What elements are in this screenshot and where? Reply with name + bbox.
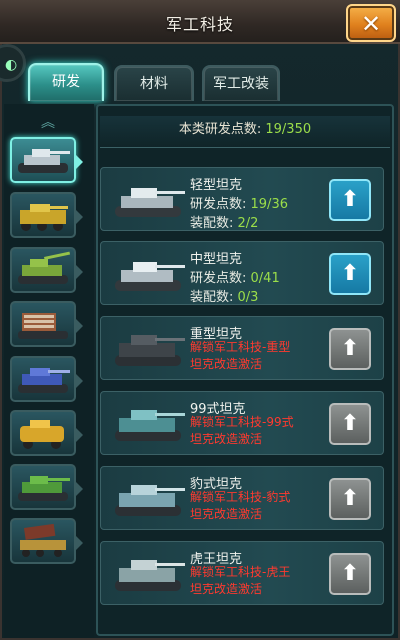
pointer-icon xyxy=(75,427,83,443)
upgrade-button-disabled[interactable]: ⬆ xyxy=(329,403,371,445)
tech-item-light-tank[interactable]: 轻型坦克 研发点数: 19/36 装配数: 2/2 ⬆ xyxy=(100,167,384,231)
close-button[interactable]: ✕ xyxy=(346,4,396,42)
pointer-icon xyxy=(75,481,83,497)
light-tank-icon xyxy=(115,188,185,217)
pointer-icon xyxy=(75,264,83,280)
tech-item-type99-tank[interactable]: 99式坦克 解锁军工科技-99式坦克改造激活 ⬆ xyxy=(100,391,384,455)
value: 2/2 xyxy=(237,216,259,231)
unlock-requirement-text: 解锁军工科技-重型坦克改造激活 xyxy=(190,340,291,371)
armored-car-icon xyxy=(20,204,68,231)
unit-card-light-tank[interactable] xyxy=(10,137,83,183)
research-points-header: 本类研发点数: 19/350 xyxy=(100,116,390,148)
unit-card-main-battle-tank[interactable] xyxy=(10,464,83,510)
upgrade-button-disabled[interactable]: ⬆ xyxy=(329,478,371,520)
research-points-line: 研发点数: 19/36 xyxy=(190,193,288,212)
arrow-up-icon: ⬆ xyxy=(340,411,360,436)
tech-item-heavy-tank[interactable]: 重型坦克 解锁军工科技-重型坦克改造激活 ⬆ xyxy=(100,316,384,380)
selected-pointer-icon xyxy=(75,154,83,170)
arrow-up-icon: ⬆ xyxy=(340,187,360,212)
label: 装配数: xyxy=(190,290,238,305)
arrow-up-icon: ⬆ xyxy=(340,261,360,286)
panther-tank-icon xyxy=(115,485,185,516)
arrow-up-icon: ⬆ xyxy=(340,561,360,586)
tab-label: 材料 xyxy=(140,76,168,92)
tab-label: 研发 xyxy=(52,74,80,90)
pointer-icon xyxy=(75,209,83,225)
points-label: 本类研发点数: xyxy=(178,122,266,137)
rocket-launcher-icon xyxy=(18,313,68,339)
value: 0/41 xyxy=(250,271,280,286)
unit-card-armored-car[interactable] xyxy=(10,192,83,238)
tiger-king-tank-icon xyxy=(115,560,185,591)
unit-card-heavy-tank[interactable] xyxy=(10,356,83,402)
unlock-requirement-text: 解锁军工科技-虎王坦克改造激活 xyxy=(190,565,291,596)
light-tank-icon xyxy=(18,149,70,173)
upgrade-button[interactable]: ⬆ xyxy=(329,253,371,295)
pointer-icon xyxy=(75,535,83,551)
tech-name: 中型坦克 xyxy=(190,252,243,267)
tech-item-medium-tank[interactable]: 中型坦克 研发点数: 0/41 装配数: 0/3 ⬆ xyxy=(100,241,384,305)
label: 研发点数: xyxy=(190,271,251,286)
upgrade-button-disabled[interactable]: ⬆ xyxy=(329,328,371,370)
unlock-requirement-text: 解锁军工科技-99式坦克改造激活 xyxy=(190,415,294,446)
upgrade-button-disabled[interactable]: ⬆ xyxy=(329,553,371,595)
tab-label: 军工改装 xyxy=(213,76,269,92)
label: 研发点数: xyxy=(190,197,251,212)
pointer-icon xyxy=(75,318,83,334)
equip-count-line: 装配数: 0/3 xyxy=(190,286,258,305)
title-bar: 军工科技 ✕ xyxy=(0,0,400,44)
window-title: 军工科技 xyxy=(165,15,234,34)
main-battle-tank-icon xyxy=(18,476,70,501)
close-icon: ✕ xyxy=(360,10,382,38)
equip-count-line: 装配数: 2/2 xyxy=(190,212,258,231)
tech-item-tiger-king-tank[interactable]: 虎王坦克 解锁军工科技-虎王坦克改造激活 ⬆ xyxy=(100,541,384,605)
unit-card-scout-vehicle[interactable] xyxy=(10,410,83,456)
upgrade-button[interactable]: ⬆ xyxy=(329,179,371,221)
tech-name: 轻型坦克 xyxy=(190,178,243,193)
missile-truck-icon xyxy=(20,523,66,557)
unlock-requirement-text: 解锁军工科技-豹式坦克改造激活 xyxy=(190,490,291,521)
unit-card-missile-truck[interactable] xyxy=(10,518,83,564)
type99-tank-icon xyxy=(115,410,185,441)
unit-card-rocket-launcher[interactable] xyxy=(10,301,83,347)
tab-modification[interactable]: 军工改装 xyxy=(202,65,280,101)
value: 19/36 xyxy=(250,197,288,212)
tab-research[interactable]: 研发 xyxy=(28,63,104,101)
heavy-tank-icon xyxy=(18,368,70,393)
medium-tank-icon xyxy=(115,262,185,291)
tank-destroyer-icon xyxy=(18,251,71,284)
heavy-tank-icon xyxy=(115,335,185,366)
scroll-up-icon[interactable]: ︽ xyxy=(36,116,60,130)
tab-materials[interactable]: 材料 xyxy=(114,65,194,101)
arrow-up-icon: ⬆ xyxy=(340,486,360,511)
arrow-up-icon: ⬆ xyxy=(340,336,360,361)
scout-vehicle-icon xyxy=(20,420,64,449)
research-points-line: 研发点数: 0/41 xyxy=(190,267,280,286)
unit-card-tank-destroyer[interactable] xyxy=(10,247,83,293)
pointer-icon xyxy=(75,373,83,389)
points-value: 19/350 xyxy=(265,122,312,137)
gamepad-icon: ◐ xyxy=(5,57,18,73)
label: 装配数: xyxy=(190,216,238,231)
tech-item-panther-tank[interactable]: 豹式坦克 解锁军工科技-豹式坦克改造激活 ⬆ xyxy=(100,466,384,530)
value: 0/3 xyxy=(237,290,259,305)
